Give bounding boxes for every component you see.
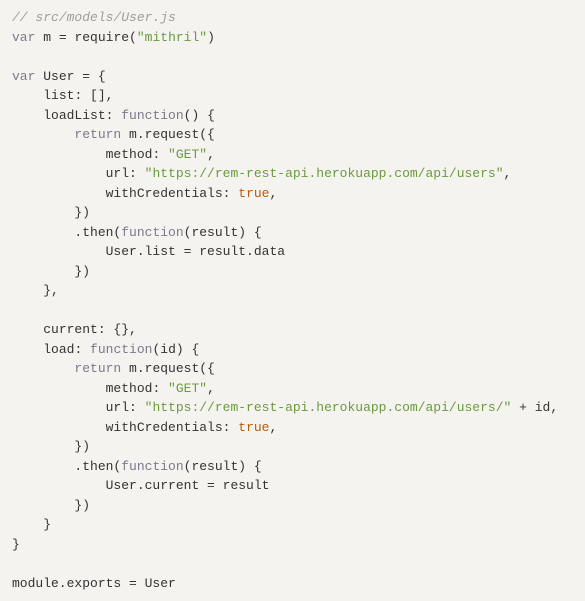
prop-withcredentials: withCredentials	[106, 186, 223, 201]
keyword-var: var	[12, 69, 35, 84]
bool-true: true	[238, 186, 269, 201]
keyword-function: function	[121, 108, 183, 123]
prop-load: load	[43, 342, 74, 357]
keyword-function: function	[121, 225, 183, 240]
prop-withcredentials: withCredentials	[106, 420, 223, 435]
keyword-return: return	[74, 361, 121, 376]
prop-url: url	[106, 166, 129, 181]
prop-url: url	[106, 400, 129, 415]
string-mithril: "mithril"	[137, 30, 207, 45]
prop-loadlist: loadList	[43, 108, 105, 123]
prop-current: current	[43, 322, 98, 337]
string-url: "https://rem-rest-api.herokuapp.com/api/…	[145, 166, 504, 181]
require-call: require	[74, 30, 129, 45]
assign-usercurrent: User.current = result	[106, 478, 270, 493]
prop-method: method	[106, 147, 153, 162]
code-block: // src/models/User.js var m = require("m…	[12, 8, 573, 593]
module-exports: module.exports = User	[12, 576, 176, 591]
assign-userlist: User.list = result.data	[106, 244, 285, 259]
ident-m: m	[43, 30, 51, 45]
string-get: "GET"	[168, 381, 207, 396]
prop-method: method	[106, 381, 153, 396]
bool-true: true	[238, 420, 269, 435]
keyword-function: function	[90, 342, 152, 357]
keyword-var: var	[12, 30, 35, 45]
prop-list: list	[43, 88, 74, 103]
comment-line: // src/models/User.js	[12, 10, 176, 25]
string-get: "GET"	[168, 147, 207, 162]
string-url: "https://rem-rest-api.herokuapp.com/api/…	[145, 400, 512, 415]
ident-user: User	[43, 69, 74, 84]
keyword-function: function	[121, 459, 183, 474]
keyword-return: return	[74, 127, 121, 142]
